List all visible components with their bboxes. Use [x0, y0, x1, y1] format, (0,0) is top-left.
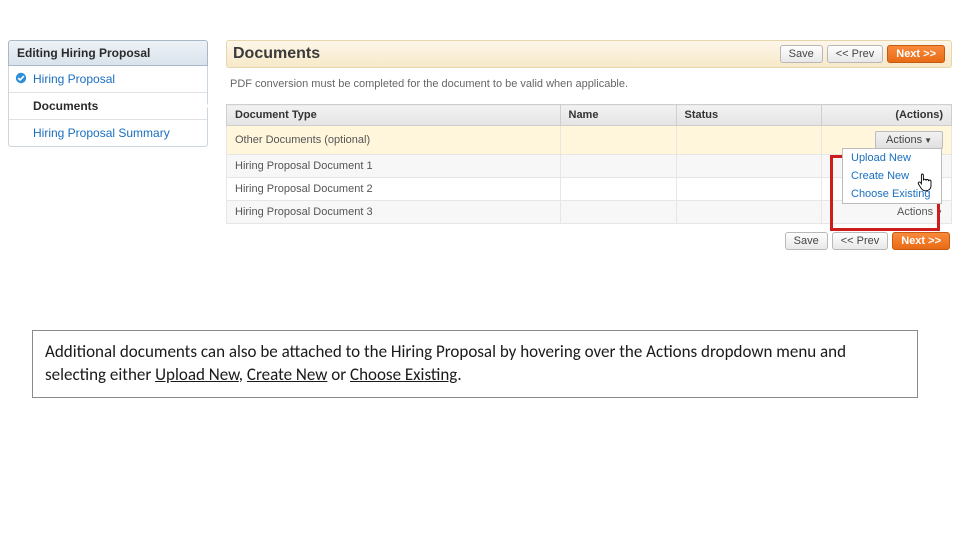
- sidebar-title: Editing Hiring Proposal: [8, 40, 208, 66]
- next-button[interactable]: Next >>: [887, 45, 945, 63]
- instruction-text: PDF conversion must be completed for the…: [226, 68, 952, 104]
- row-actions[interactable]: Actions▼ Upload New Create New Choose Ex…: [821, 126, 952, 155]
- cell-document-type: Hiring Proposal Document 1: [227, 155, 561, 178]
- actions-button-label: Actions: [886, 134, 922, 146]
- main-panel: Documents Save << Prev Next >> PDF conve…: [208, 40, 952, 250]
- prev-button[interactable]: << Prev: [827, 45, 884, 63]
- cell-document-type: Hiring Proposal Document 2: [227, 178, 561, 201]
- dropdown-item-upload-new[interactable]: Upload New: [843, 149, 941, 167]
- col-status: Status: [676, 105, 821, 126]
- footer-buttons: Save << Prev Next >>: [226, 224, 952, 250]
- cell-status: [676, 126, 821, 155]
- dropdown-item-choose-existing[interactable]: Choose Existing: [843, 185, 941, 203]
- cell-document-type: Other Documents (optional): [227, 126, 561, 155]
- col-actions: (Actions): [821, 105, 952, 126]
- col-name: Name: [560, 105, 676, 126]
- cell-status: [676, 178, 821, 201]
- cell-name: [560, 126, 676, 155]
- chevron-down-icon: ▼: [935, 208, 943, 217]
- page-title: Documents: [233, 45, 776, 63]
- sidebar-item-summary[interactable]: Hiring Proposal Summary: [9, 120, 207, 146]
- cell-status: [676, 155, 821, 178]
- caption-box: Additional documents can also be attache…: [32, 330, 918, 398]
- caption-u2: Create New: [247, 364, 328, 385]
- save-button[interactable]: Save: [785, 232, 828, 250]
- sidebar-item-label: Documents: [33, 99, 98, 113]
- caption-u1: Upload New: [155, 364, 239, 385]
- sidebar-item-label: Hiring Proposal: [33, 72, 115, 86]
- section-header: Documents Save << Prev Next >>: [226, 40, 952, 68]
- dropdown-item-create-new[interactable]: Create New: [843, 167, 941, 185]
- cell-name: [560, 155, 676, 178]
- sidebar-item-documents[interactable]: Documents: [9, 92, 207, 120]
- next-button[interactable]: Next >>: [892, 232, 950, 250]
- prev-button[interactable]: << Prev: [832, 232, 889, 250]
- cell-document-type: Hiring Proposal Document 3: [227, 201, 561, 224]
- sidebar-item-hiring-proposal[interactable]: Hiring Proposal: [9, 66, 207, 92]
- caption-u3: Choose Existing: [350, 364, 457, 385]
- sidebar: Editing Hiring Proposal Hiring Proposal …: [8, 40, 208, 250]
- save-button[interactable]: Save: [780, 45, 823, 63]
- actions-dropdown: Upload New Create New Choose Existing: [842, 148, 942, 204]
- cell-name: [560, 178, 676, 201]
- actions-button[interactable]: Actions▼ Upload New Create New Choose Ex…: [875, 131, 943, 149]
- documents-table: Document Type Name Status (Actions) Othe…: [226, 104, 952, 224]
- cell-name: [560, 201, 676, 224]
- check-icon: [15, 72, 27, 84]
- table-row: Other Documents (optional) Actions▼ Uplo…: [227, 126, 952, 155]
- col-document-type: Document Type: [227, 105, 561, 126]
- chevron-down-icon: ▼: [924, 136, 932, 145]
- sidebar-item-label: Hiring Proposal Summary: [33, 126, 170, 140]
- cell-status: [676, 201, 821, 224]
- sidebar-list: Hiring Proposal Documents Hiring Proposa…: [8, 66, 208, 147]
